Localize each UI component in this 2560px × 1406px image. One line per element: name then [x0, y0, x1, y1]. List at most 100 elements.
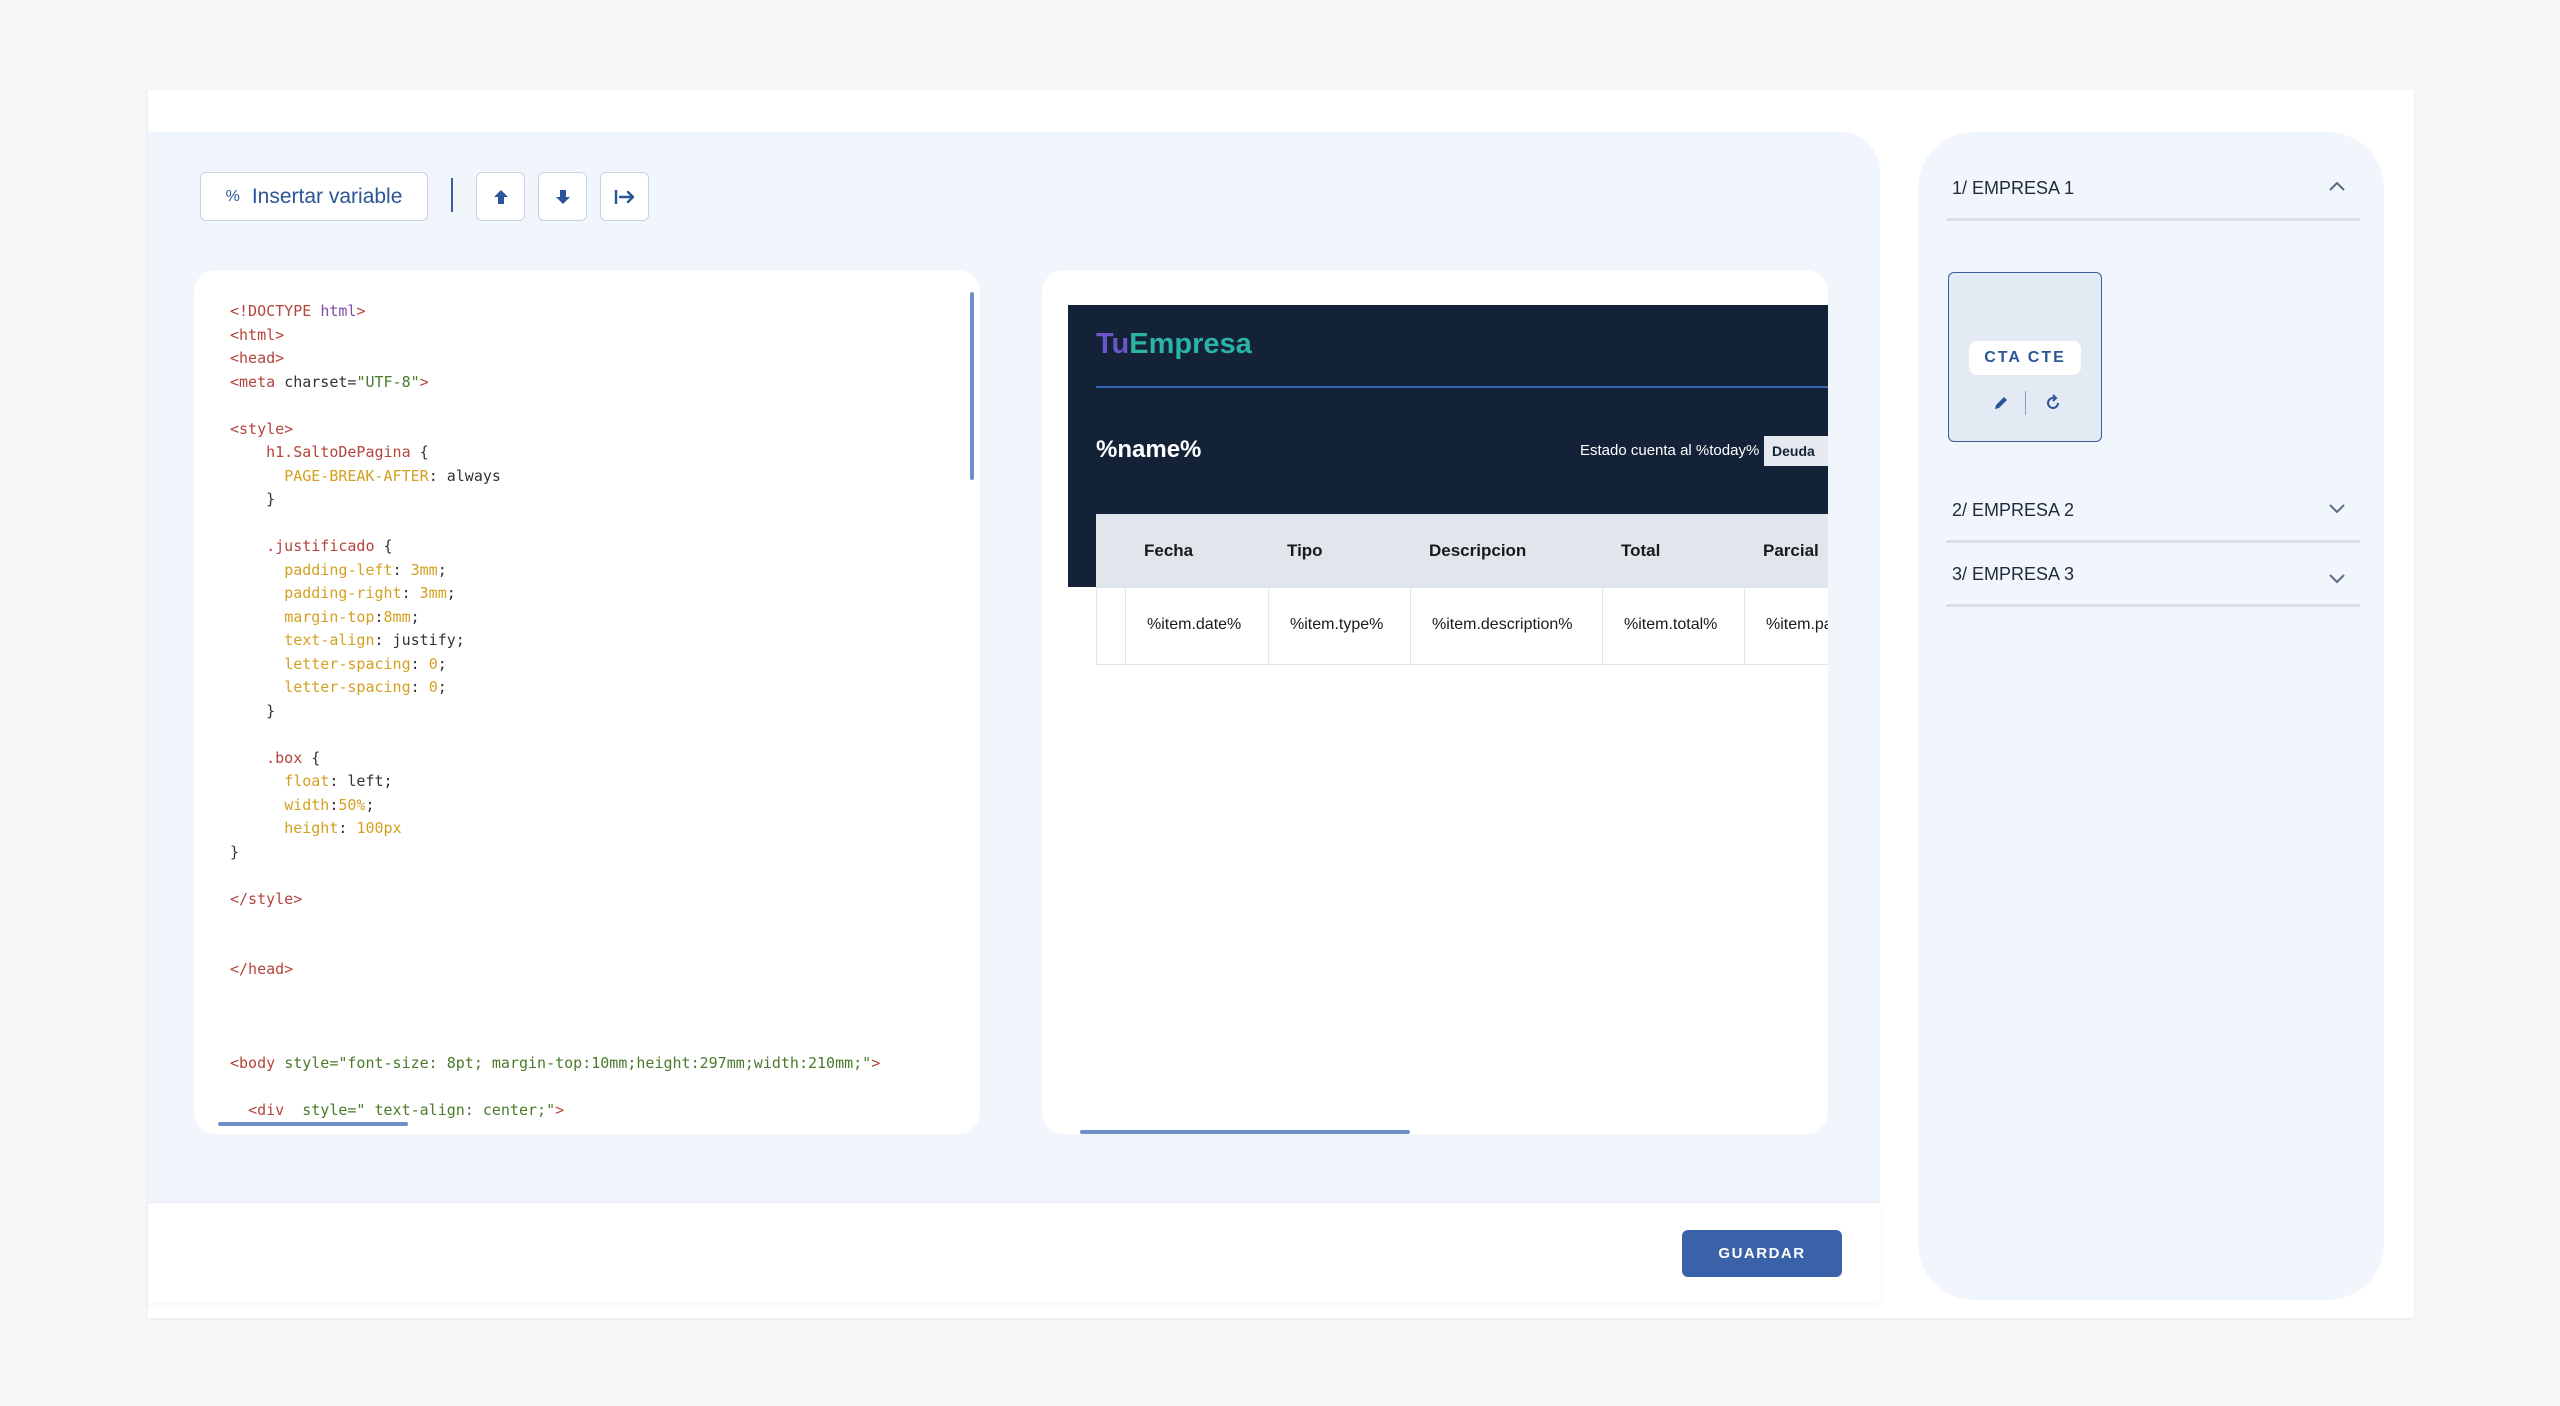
code-token: <style> [230, 419, 294, 438]
code-token: ; [410, 607, 420, 626]
move-down-button[interactable] [538, 172, 587, 221]
code-token: 0 [428, 678, 438, 696]
table-cell: %item.description% [1432, 616, 1573, 633]
refresh-icon[interactable] [2043, 393, 2063, 413]
code-token: } [230, 842, 240, 861]
code-token: 8mm [383, 607, 411, 626]
code-token: 3mm [410, 560, 438, 579]
code-line: .justificado { [230, 535, 880, 559]
cell-divider [1410, 588, 1411, 664]
company-label: 1/ EMPRESA 1 [1952, 178, 2075, 198]
code-line: } [230, 488, 880, 512]
code-token: : left; [329, 772, 393, 790]
logo-tu: Tu [1096, 328, 1130, 360]
code-token: { [374, 537, 393, 555]
code-line: <style> [230, 418, 880, 442]
preview-estado: Estado cuenta al %today% [1580, 442, 1760, 459]
code-token: { [410, 443, 429, 461]
code-token: } [230, 701, 276, 720]
chevron-down-icon [2329, 504, 2345, 514]
header-cell: Descripcion [1429, 541, 1527, 560]
code-token: > [356, 302, 366, 320]
accordion-company-3[interactable]: 3/ EMPRESA 3 [1946, 544, 2360, 607]
code-token: } [230, 490, 276, 508]
template-tile-cta-cte[interactable]: CTA CTE [1948, 272, 2102, 442]
code-line: PAGE-BREAK-AFTER: always [230, 465, 880, 489]
code-token: : justify; [374, 631, 465, 649]
code-token: charset= [284, 372, 357, 391]
code-token: </style> [230, 889, 303, 908]
code-line: padding-left: 3mm; [230, 559, 880, 583]
code-line: width:50%; [230, 794, 880, 818]
table-cell: %item.date% [1147, 616, 1242, 633]
code-token: <div [248, 1101, 303, 1119]
horizontal-scrollbar[interactable] [218, 1122, 408, 1126]
code-token: : [410, 678, 429, 696]
code-line: letter-spacing: 0; [230, 676, 880, 700]
code-line: padding-right: 3mm; [230, 582, 880, 606]
code-token: style=" text-align: center;" [302, 1101, 556, 1119]
code-token: : [392, 560, 411, 579]
preview-horizontal-scrollbar[interactable] [1080, 1130, 1410, 1134]
indent-button[interactable] [600, 172, 649, 221]
header-cell: Fecha [1144, 541, 1194, 560]
code-line: } [230, 841, 880, 865]
save-button[interactable]: GUARDAR [1682, 1230, 1842, 1277]
code-token: height [284, 819, 339, 837]
company-label: 2/ EMPRESA 2 [1952, 500, 2075, 520]
code-line: <body style="font-size: 8pt; margin-top:… [230, 1052, 880, 1076]
code-token: <head> [230, 349, 285, 367]
accordion-company-2[interactable]: 2/ EMPRESA 2 [1946, 480, 2360, 543]
code-token: </head> [230, 960, 294, 978]
code-token: 50% [338, 795, 366, 814]
template-tile-label: CTA CTE [1969, 341, 2081, 375]
code-line: </style> [230, 888, 880, 912]
code-line: </head> [230, 958, 880, 982]
header-cell: Parcial [1763, 541, 1819, 560]
vertical-scrollbar[interactable] [970, 292, 974, 480]
template-tile-actions [1973, 389, 2079, 417]
code-token: : [374, 607, 384, 626]
table-cell: %item.total% [1624, 616, 1718, 633]
code-token: float [284, 772, 330, 790]
code-token: <body [230, 1054, 285, 1072]
code-line: h1.SaltoDePagina { [230, 441, 880, 465]
preview-logo: TuEmpresa [1096, 328, 1252, 361]
action-divider [2025, 391, 2026, 415]
accordion-company-1[interactable]: 1/ EMPRESA 1 [1946, 158, 2360, 221]
code-line: <meta charset="UTF-8"> [230, 371, 880, 395]
code-line: float: left; [230, 770, 880, 794]
cell-divider [1602, 588, 1603, 664]
code-line: letter-spacing: 0; [230, 653, 880, 677]
code-token: : [410, 654, 429, 673]
insert-variable-button[interactable]: % Insertar variable [200, 172, 428, 221]
code-token: > [871, 1054, 881, 1072]
code-token: html [320, 302, 357, 320]
preview-name: %name% [1096, 436, 1202, 463]
code-token: : [401, 584, 420, 602]
code-token: <html> [230, 325, 285, 344]
pencil-icon[interactable] [1991, 393, 2011, 413]
cell-divider [1125, 588, 1126, 664]
move-up-button[interactable] [476, 172, 525, 221]
chevron-up-icon [2329, 181, 2345, 191]
code-token: ; [437, 654, 447, 673]
code-editor[interactable]: <!DOCTYPE html> <html> <head> <meta charset… [194, 270, 980, 1134]
template-preview: TuEmpresa %name% Estado cuenta al %today… [1042, 270, 1828, 1134]
code-token: > [555, 1101, 565, 1119]
code-token: 0 [428, 654, 438, 673]
code-content[interactable]: <!DOCTYPE html> <html> <head> <meta charset… [230, 300, 880, 1123]
